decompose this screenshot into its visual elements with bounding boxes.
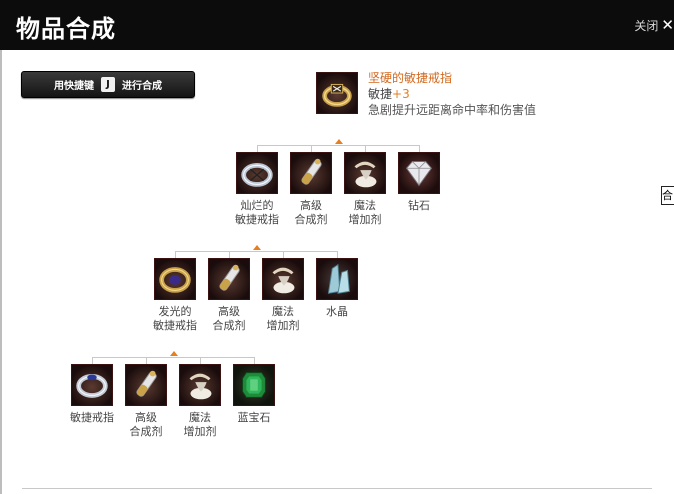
- bottom-divider: [22, 488, 652, 489]
- tier2-drop-2: [229, 251, 230, 258]
- tier1-item-3-line2: 增加剂: [348, 213, 382, 226]
- result-description: 急剧提升远距离命中率和伤害值: [368, 103, 537, 117]
- tier3-item-3-line2: 增加剂: [183, 425, 217, 438]
- tier1-silver-ring-icon[interactable]: [236, 152, 278, 194]
- close-icon: ✕: [661, 16, 674, 34]
- tier2-item-4-line1: 水晶: [326, 305, 348, 318]
- tier1-drop-1: [257, 145, 258, 152]
- tier3-drop-4: [254, 357, 255, 364]
- tier3-item-4-label: 蓝宝石: [219, 411, 289, 425]
- tier3-sapphire-icon[interactable]: [233, 364, 275, 406]
- close-label: 关闭: [634, 18, 659, 33]
- tier1-arrow-icon: [335, 139, 343, 144]
- tier1-item-4-label: 钻石: [384, 199, 454, 213]
- tier2-crystal-icon[interactable]: [316, 258, 358, 300]
- result-stat-label: 敏捷: [368, 87, 393, 101]
- tier3-synthesis-potion-icon[interactable]: [125, 364, 167, 406]
- shortcut-suffix: 进行合成: [122, 81, 162, 92]
- tier3-connector: [92, 357, 255, 358]
- tier3-drop-2: [146, 357, 147, 364]
- tier1-diamond-icon[interactable]: [398, 152, 440, 194]
- tier2-gold-ring-icon[interactable]: [154, 258, 196, 300]
- tier2-item-4-label: 水晶: [302, 305, 372, 319]
- result-stat: 敏捷+3: [368, 85, 410, 102]
- result-stat-value: +3: [392, 87, 410, 101]
- panel-left-border: [0, 50, 2, 494]
- tier1-drop-2: [311, 145, 312, 152]
- tier2-synthesis-potion-icon[interactable]: [208, 258, 250, 300]
- tier1-item-4-line1: 钻石: [408, 199, 430, 212]
- shortcut-prefix: 用快捷键: [54, 81, 94, 92]
- tier3-drop-1: [92, 357, 93, 364]
- tier2-drop-1: [175, 251, 176, 258]
- tier1-connector: [257, 145, 420, 146]
- tier2-connector: [175, 251, 338, 252]
- tier3-arrow-icon: [170, 351, 178, 356]
- shortcut-key: J: [101, 77, 115, 92]
- close-button[interactable]: 关闭 ✕: [634, 16, 674, 34]
- tier3-magic-powder-icon[interactable]: [179, 364, 221, 406]
- tier1-drop-4: [419, 145, 420, 152]
- tier1-synthesis-potion-icon[interactable]: [290, 152, 332, 194]
- title-bar: 物品合成 关闭 ✕: [0, 0, 674, 50]
- shortcut-button[interactable]: 用快捷键 J 进行合成: [21, 71, 195, 98]
- tier3-drop-3: [200, 357, 201, 364]
- side-tab[interactable]: 合: [661, 186, 674, 205]
- tier3-silver-ring-icon[interactable]: [71, 364, 113, 406]
- result-item-name: 坚硬的敏捷戒指: [368, 71, 453, 85]
- tier3-item-4-line1: 蓝宝石: [237, 411, 271, 424]
- result-ring-icon[interactable]: [316, 72, 358, 114]
- tier2-drop-3: [283, 251, 284, 258]
- tier2-magic-powder-icon[interactable]: [262, 258, 304, 300]
- tier1-drop-3: [365, 145, 366, 152]
- window-title: 物品合成: [16, 15, 116, 43]
- tier2-item-3-line2: 增加剂: [266, 319, 300, 332]
- tier2-arrow-icon: [253, 245, 261, 250]
- tier2-drop-4: [337, 251, 338, 258]
- tier1-magic-powder-icon[interactable]: [344, 152, 386, 194]
